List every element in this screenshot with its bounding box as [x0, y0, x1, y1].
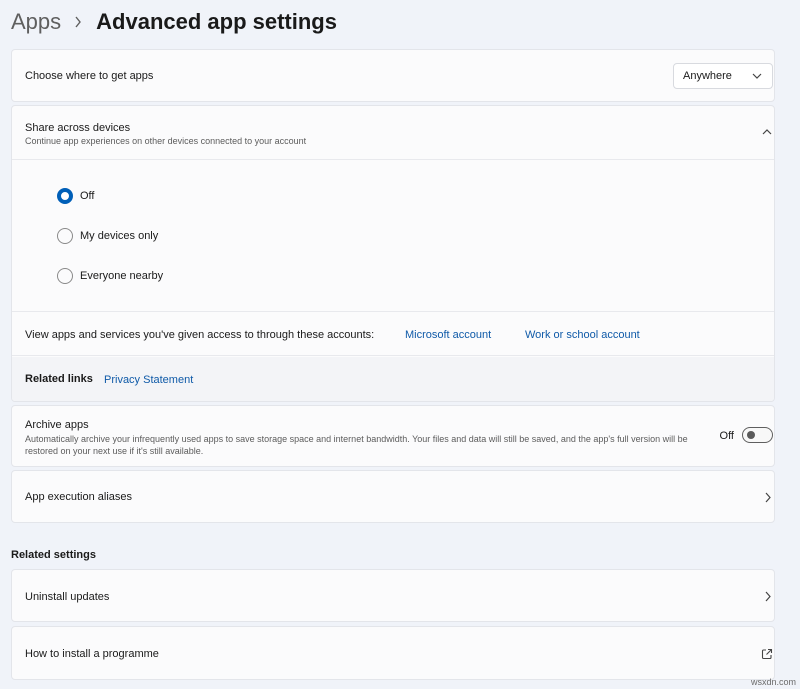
radio-label: Off: [80, 190, 95, 202]
share-across-devices-card: Share across devices Continue app experi…: [11, 105, 775, 402]
microsoft-account-link[interactable]: Microsoft account: [405, 329, 491, 341]
chevron-right-icon: [765, 492, 771, 503]
toggle-knob: [747, 431, 755, 439]
app-execution-aliases-card[interactable]: App execution aliases: [11, 470, 775, 523]
radio-my-devices-only[interactable]: My devices only: [57, 228, 158, 244]
radio-indicator[interactable]: [57, 268, 73, 284]
get-apps-dropdown-value: Anywhere: [683, 70, 732, 82]
accounts-description: View apps and services you've given acce…: [25, 329, 375, 341]
chevron-right-icon: [765, 591, 771, 602]
chevron-up-icon[interactable]: [762, 128, 772, 136]
choose-where-to-get-apps-label: Choose where to get apps: [25, 70, 154, 82]
external-link-icon: [761, 648, 773, 660]
page-title: Advanced app settings: [96, 9, 337, 34]
work-or-school-account-link[interactable]: Work or school account: [525, 329, 640, 341]
archive-apps-title: Archive apps: [25, 419, 89, 431]
related-links-row: Related links Privacy Statement: [12, 357, 774, 401]
archive-toggle-state-label: Off: [719, 430, 734, 442]
share-across-devices-header[interactable]: Share across devices Continue app experi…: [12, 106, 774, 160]
radio-indicator-selected[interactable]: [57, 188, 73, 204]
archive-apps-toggle[interactable]: [742, 427, 773, 443]
breadcrumb: Apps Advanced app settings: [11, 4, 337, 40]
app-execution-aliases-label: App execution aliases: [25, 491, 133, 503]
radio-indicator[interactable]: [57, 228, 73, 244]
share-across-devices-subtitle: Continue app experiences on other device…: [25, 136, 307, 146]
archive-apps-card: Archive apps Automatically archive your …: [11, 405, 775, 467]
radio-label: My devices only: [80, 230, 159, 242]
share-across-devices-title: Share across devices: [25, 122, 131, 134]
uninstall-updates-label: Uninstall updates: [25, 591, 110, 603]
choose-where-to-get-apps-card: Choose where to get apps Anywhere: [11, 49, 775, 102]
related-settings-heading: Related settings: [11, 549, 96, 561]
uninstall-updates-card[interactable]: Uninstall updates: [11, 569, 775, 622]
radio-off[interactable]: Off: [57, 188, 94, 204]
related-links-label: Related links: [25, 373, 93, 385]
accounts-row: View apps and services you've given acce…: [12, 313, 774, 356]
radio-label: Everyone nearby: [80, 270, 164, 282]
chevron-down-icon: [752, 73, 762, 79]
how-to-install-programme-label: How to install a programme: [25, 648, 159, 660]
archive-apps-description: Automatically archive your infrequently …: [25, 434, 688, 456]
chevron-right-icon: [74, 16, 82, 28]
breadcrumb-apps-link[interactable]: Apps: [11, 9, 61, 35]
privacy-statement-link[interactable]: Privacy Statement: [104, 374, 193, 386]
share-options-radio-group: Off My devices only Everyone nearby: [12, 161, 774, 312]
get-apps-dropdown[interactable]: Anywhere: [673, 63, 773, 89]
watermark-text: wsxdn.com: [750, 677, 796, 687]
radio-everyone-nearby[interactable]: Everyone nearby: [57, 268, 163, 284]
how-to-install-programme-card[interactable]: How to install a programme: [11, 626, 775, 680]
